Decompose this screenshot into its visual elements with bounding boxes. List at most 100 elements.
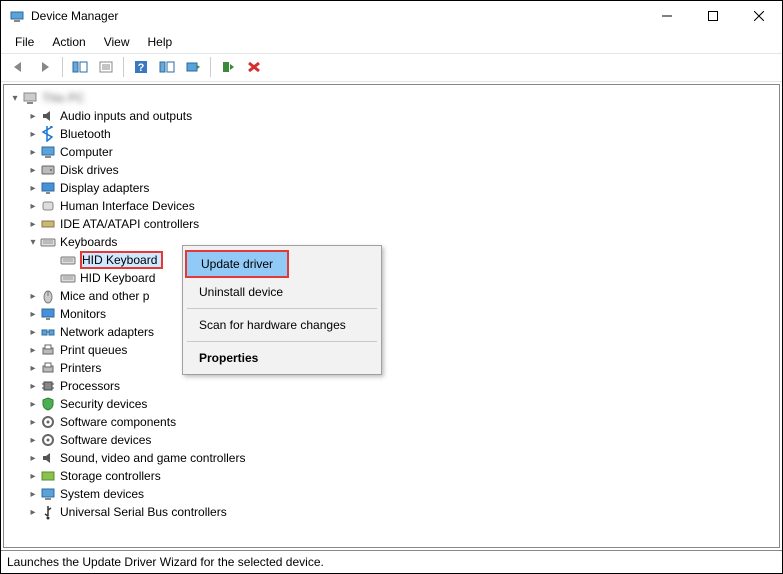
expand-arrow-icon[interactable]: ▸ xyxy=(26,363,40,374)
tree-category-system[interactable]: ▸ System devices xyxy=(4,485,779,503)
ctx-scan-hardware[interactable]: Scan for hardware changes xyxy=(185,313,379,337)
category-label: IDE ATA/ATAPI controllers xyxy=(60,217,203,231)
expand-arrow-icon[interactable]: ▸ xyxy=(26,165,40,176)
device-tree[interactable]: ▾ This PC ▸ Audio inputs and outputs ▸ B… xyxy=(3,84,780,548)
category-label: System devices xyxy=(60,487,148,501)
update-driver-button[interactable] xyxy=(181,56,205,78)
tree-category-printer[interactable]: ▸ Print queues xyxy=(4,341,779,359)
printer-icon xyxy=(40,360,56,376)
security-icon xyxy=(40,396,56,412)
tree-category-cpu[interactable]: ▸ Processors xyxy=(4,377,779,395)
usb-icon xyxy=(40,504,56,520)
category-label: Mice and other p xyxy=(60,289,153,303)
tree-category-bluetooth[interactable]: ▸ Bluetooth xyxy=(4,125,779,143)
display-icon xyxy=(40,180,56,196)
menu-help[interactable]: Help xyxy=(140,33,181,51)
tree-category-storage[interactable]: ▸ Storage controllers xyxy=(4,467,779,485)
tree-category-printer[interactable]: ▸ Printers xyxy=(4,359,779,377)
ctx-update-driver[interactable]: Update driver xyxy=(187,252,287,276)
category-label: Software components xyxy=(60,415,180,429)
tree-category-ide[interactable]: ▸ IDE ATA/ATAPI controllers xyxy=(4,215,779,233)
uninstall-button[interactable] xyxy=(242,56,266,78)
minimize-button[interactable] xyxy=(644,1,690,31)
keyboard-icon xyxy=(60,270,76,286)
expand-arrow-icon[interactable]: ▸ xyxy=(26,399,40,410)
tree-device-keyboard[interactable]: HID Keyboard xyxy=(4,251,779,269)
tree-category-disk[interactable]: ▸ Disk drives xyxy=(4,161,779,179)
expand-arrow-icon[interactable]: ▸ xyxy=(26,417,40,428)
hid-icon xyxy=(40,198,56,214)
expand-arrow-icon[interactable]: ▸ xyxy=(26,309,40,320)
maximize-button[interactable] xyxy=(690,1,736,31)
scan-hardware-button[interactable] xyxy=(155,56,179,78)
tree-device-keyboard[interactable]: HID Keyboard xyxy=(4,269,779,287)
toolbar-separator xyxy=(123,57,124,77)
expand-arrow-icon[interactable]: ▸ xyxy=(26,435,40,446)
system-icon xyxy=(40,486,56,502)
menu-view[interactable]: View xyxy=(96,33,138,51)
expand-arrow-icon[interactable]: ▸ xyxy=(26,453,40,464)
expand-arrow-icon[interactable]: ▸ xyxy=(26,381,40,392)
expand-arrow-icon[interactable]: ▸ xyxy=(26,183,40,194)
root-label: This PC xyxy=(42,91,89,105)
category-label: Disk drives xyxy=(60,163,123,177)
expand-arrow-icon[interactable]: ▸ xyxy=(26,507,40,518)
category-label: Sound, video and game controllers xyxy=(60,451,249,465)
expand-arrow-icon[interactable]: ▸ xyxy=(26,129,40,140)
expand-arrow-icon[interactable]: ▸ xyxy=(26,201,40,212)
computer-icon xyxy=(22,90,38,106)
help-button[interactable]: ? xyxy=(129,56,153,78)
tree-category-computer[interactable]: ▸ Computer xyxy=(4,143,779,161)
expand-arrow-icon[interactable]: ▸ xyxy=(26,219,40,230)
tree-category-audio[interactable]: ▸ Audio inputs and outputs xyxy=(4,107,779,125)
ctx-uninstall-device[interactable]: Uninstall device xyxy=(185,280,379,304)
tree-category-software[interactable]: ▸ Software devices xyxy=(4,431,779,449)
window-title: Device Manager xyxy=(31,9,118,23)
network-icon xyxy=(40,324,56,340)
expand-arrow-icon[interactable]: ▸ xyxy=(26,345,40,356)
tree-category-software[interactable]: ▸ Software components xyxy=(4,413,779,431)
menu-action[interactable]: Action xyxy=(44,33,93,51)
category-label: Network adapters xyxy=(60,325,158,339)
software-icon xyxy=(40,432,56,448)
tree-category-usb[interactable]: ▸ Universal Serial Bus controllers xyxy=(4,503,779,521)
category-label: Universal Serial Bus controllers xyxy=(60,505,231,519)
app-icon xyxy=(9,8,25,24)
titlebar: Device Manager xyxy=(1,1,782,31)
category-label: Computer xyxy=(60,145,117,159)
expand-arrow-icon[interactable]: ▸ xyxy=(26,327,40,338)
expand-arrow-icon[interactable]: ▸ xyxy=(26,489,40,500)
category-label: Display adapters xyxy=(60,181,153,195)
tree-category-hid[interactable]: ▸ Human Interface Devices xyxy=(4,197,779,215)
expand-arrow-icon[interactable]: ▸ xyxy=(26,291,40,302)
menu-file[interactable]: File xyxy=(7,33,42,51)
expand-arrow-icon[interactable]: ▸ xyxy=(26,147,40,158)
show-hide-console-button[interactable] xyxy=(68,56,92,78)
expand-arrow-icon[interactable]: ▾ xyxy=(8,93,22,104)
tree-category-display[interactable]: ▸ Display adapters xyxy=(4,179,779,197)
properties-button[interactable] xyxy=(94,56,118,78)
category-label: Print queues xyxy=(60,343,131,357)
tree-category-mouse[interactable]: ▸ Mice and other p xyxy=(4,287,779,305)
status-text: Launches the Update Driver Wizard for th… xyxy=(7,555,324,569)
tree-root-node[interactable]: ▾ This PC xyxy=(4,89,779,107)
menubar: File Action View Help xyxy=(1,31,782,53)
printer-icon xyxy=(40,342,56,358)
category-label: Processors xyxy=(60,379,124,393)
category-label: Bluetooth xyxy=(60,127,115,141)
tree-category-security[interactable]: ▸ Security devices xyxy=(4,395,779,413)
back-button[interactable] xyxy=(7,56,31,78)
close-button[interactable] xyxy=(736,1,782,31)
tree-category-audio[interactable]: ▸ Sound, video and game controllers xyxy=(4,449,779,467)
tree-category-keyboard[interactable]: ▾ Keyboards xyxy=(4,233,779,251)
expand-arrow-icon[interactable]: ▸ xyxy=(26,111,40,122)
tree-category-monitor[interactable]: ▸ Monitors xyxy=(4,305,779,323)
ctx-properties[interactable]: Properties xyxy=(185,346,379,370)
forward-button[interactable] xyxy=(33,56,57,78)
enable-device-button[interactable] xyxy=(216,56,240,78)
bluetooth-icon xyxy=(40,126,56,142)
tree-category-network[interactable]: ▸ Network adapters xyxy=(4,323,779,341)
expand-arrow-icon[interactable]: ▾ xyxy=(26,237,40,248)
expand-arrow-icon[interactable]: ▸ xyxy=(26,471,40,482)
software-icon xyxy=(40,414,56,430)
